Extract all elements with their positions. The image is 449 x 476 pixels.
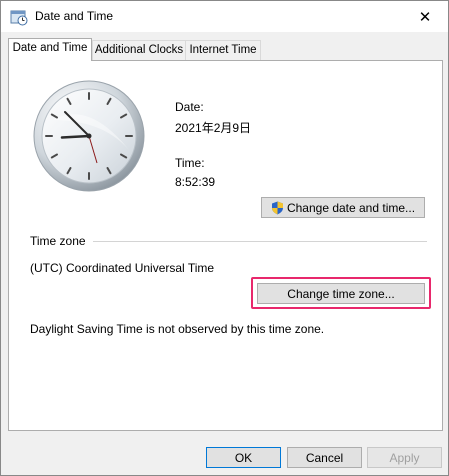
time-value: 8:52:39 [175, 175, 216, 189]
title-bar: Date and Time ✕ [1, 1, 448, 32]
apply-button[interactable]: Apply [367, 447, 442, 468]
current-timezone: (UTC) Coordinated Universal Time [30, 261, 215, 275]
change-date-and-time-label: Change date and time... [286, 200, 416, 215]
clock-app-icon [10, 10, 28, 26]
tab-additional-clocks[interactable]: Additional Clocks [92, 40, 186, 60]
shield-icon [271, 201, 283, 214]
date-label: Date: [175, 100, 204, 114]
cancel-button[interactable]: Cancel [287, 447, 362, 468]
timezone-heading: Time zone [30, 234, 86, 248]
change-date-and-time-button[interactable]: Change date and time... [261, 197, 425, 218]
change-time-zone-button[interactable]: Change time zone... [257, 283, 425, 304]
date-value: 2021年2月9日 [175, 121, 252, 135]
ok-button[interactable]: OK [206, 447, 281, 468]
tab-date-and-time[interactable]: Date and Time [8, 38, 92, 61]
tab-panel: Date: 2021年2月9日 Time: 8:52:39 Change dat… [8, 60, 443, 431]
close-button[interactable]: ✕ [402, 1, 448, 32]
window-title: Date and Time [35, 9, 114, 23]
tab-internet-time[interactable]: Internet Time [185, 40, 261, 60]
close-icon: ✕ [418, 8, 432, 26]
dst-note: Daylight Saving Time is not observed by … [30, 322, 325, 336]
analog-clock [33, 80, 145, 192]
date-and-time-window: Date and Time ✕ Date and Time Additional… [0, 0, 449, 476]
timezone-divider [93, 241, 427, 242]
time-label: Time: [175, 156, 205, 170]
